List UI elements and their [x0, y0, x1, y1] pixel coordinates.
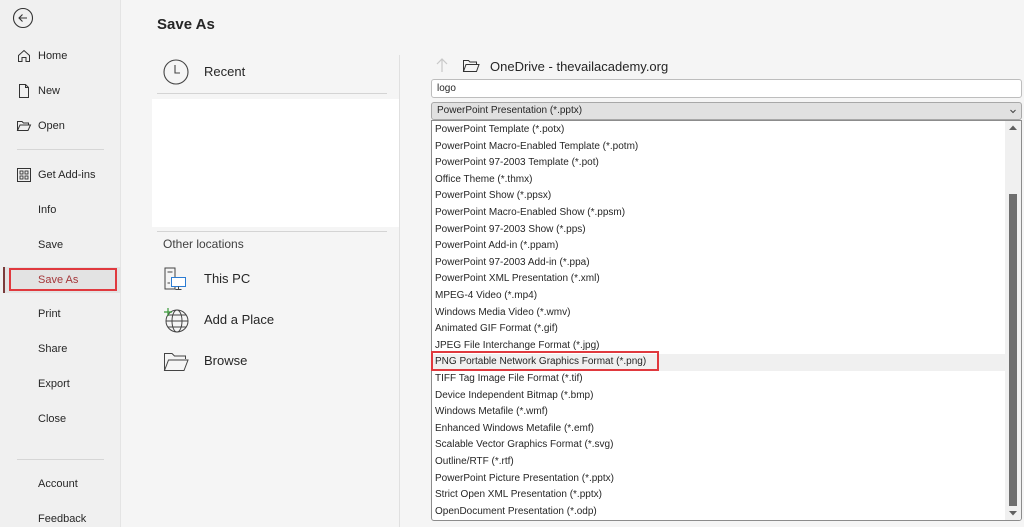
- location-browse[interactable]: Browse: [152, 341, 387, 381]
- sidebar-item-label: Close: [38, 413, 67, 425]
- location-label: Add a Place: [204, 312, 275, 327]
- file-type-option[interactable]: PowerPoint Template (*.potx): [432, 122, 1007, 139]
- file-type-option[interactable]: TIFF Tag Image File Format (*.tif): [432, 371, 1007, 388]
- file-type-option[interactable]: Windows Media Video (*.wmv): [432, 305, 1007, 322]
- file-type-option[interactable]: OpenDocument Presentation (*.odp): [432, 504, 1007, 520]
- file-type-option[interactable]: PNG Portable Network Graphics Format (*.…: [432, 354, 1007, 371]
- sidebar-item-info[interactable]: Info: [0, 197, 121, 223]
- sidebar-item-save-as[interactable]: Save As: [0, 267, 121, 293]
- sidebar-item-open[interactable]: Open: [0, 113, 121, 139]
- chevron-down-icon: [1010, 109, 1016, 114]
- divider: [157, 231, 387, 232]
- file-type-option[interactable]: Strict Open XML Presentation (*.pptx): [432, 487, 1007, 504]
- file-type-option[interactable]: PowerPoint Show (*.ppsx): [432, 188, 1007, 205]
- scroll-up-arrow-icon[interactable]: [1005, 121, 1021, 135]
- sidebar-divider: [17, 149, 104, 150]
- sidebar-item-home[interactable]: Home: [0, 43, 121, 69]
- location-label: This PC: [204, 271, 251, 286]
- file-type-option[interactable]: PowerPoint XML Presentation (*.xml): [432, 271, 1007, 288]
- sidebar-item-share[interactable]: Share: [0, 336, 121, 362]
- file-type-option[interactable]: Windows Metafile (*.wmf): [432, 404, 1007, 421]
- location-label: Recent: [204, 64, 246, 79]
- sidebar-item-label: Get Add-ins: [38, 169, 96, 181]
- panel-divider: [399, 55, 400, 527]
- sidebar-item-label: Open: [38, 120, 65, 132]
- backstage-sidebar: Home New Open Get Add-ins Info Save Save…: [0, 0, 121, 527]
- sidebar-item-save[interactable]: Save: [0, 232, 121, 258]
- selected-file-type: PowerPoint Presentation (*.pptx): [437, 105, 583, 116]
- file-type-option[interactable]: Office Theme (*.thmx): [432, 172, 1007, 189]
- sidebar-item-close[interactable]: Close: [0, 406, 121, 432]
- sidebar-item-label: Export: [38, 378, 70, 390]
- file-type-option[interactable]: PowerPoint 97-2003 Show (*.pps): [432, 222, 1007, 239]
- new-document-icon: [19, 84, 29, 98]
- sidebar-divider: [17, 459, 104, 460]
- file-type-option[interactable]: PowerPoint 97-2003 Add-in (*.ppa): [432, 255, 1007, 272]
- up-one-level-arrow-icon[interactable]: [435, 57, 449, 73]
- scroll-down-arrow-icon[interactable]: [1005, 506, 1021, 520]
- file-type-option[interactable]: Outline/RTF (*.rtf): [432, 454, 1007, 471]
- clock-icon: [163, 59, 189, 85]
- file-type-option[interactable]: JPEG File Interchange Format (*.jpg): [432, 338, 1007, 355]
- location-recent[interactable]: Recent: [152, 52, 387, 92]
- file-type-option[interactable]: PowerPoint Macro-Enabled Show (*.ppsm): [432, 205, 1007, 222]
- sidebar-item-label: Save As: [38, 274, 79, 286]
- sidebar-item-new[interactable]: New: [0, 78, 121, 104]
- browse-folder-icon: [163, 353, 189, 371]
- add-place-globe-icon: [164, 308, 189, 333]
- other-locations-heading: Other locations: [163, 237, 244, 251]
- divider: [157, 93, 387, 94]
- back-button[interactable]: [12, 7, 34, 29]
- sidebar-item-account[interactable]: Account: [0, 471, 121, 497]
- page-title: Save As: [157, 16, 215, 33]
- file-type-dropdown[interactable]: PowerPoint Presentation (*.pptx): [431, 102, 1022, 120]
- back-arrow-circle-icon: [12, 7, 34, 29]
- open-folder-icon: [16, 121, 32, 131]
- folder-icon: [462, 60, 480, 72]
- location-label: Browse: [204, 353, 248, 368]
- sidebar-item-feedback[interactable]: Feedback: [0, 506, 121, 527]
- file-type-option[interactable]: PowerPoint Macro-Enabled Template (*.pot…: [432, 139, 1007, 156]
- location-add-a-place[interactable]: Add a Place: [152, 300, 387, 340]
- sidebar-item-label: Home: [38, 50, 68, 62]
- file-type-option[interactable]: Animated GIF Format (*.gif): [432, 321, 1007, 338]
- file-type-option[interactable]: MPEG-4 Video (*.mp4): [432, 288, 1007, 305]
- scrollbar[interactable]: [1005, 121, 1021, 520]
- sidebar-item-label: Save: [38, 239, 64, 251]
- recent-locations-area: [152, 99, 399, 227]
- home-icon: [18, 49, 30, 62]
- file-type-options-list[interactable]: PowerPoint Template (*.potx) PowerPoint M…: [431, 120, 1022, 521]
- file-type-option[interactable]: Enhanced Windows Metafile (*.emf): [432, 421, 1007, 438]
- filename-input[interactable]: [431, 79, 1022, 98]
- sidebar-item-label: Account: [38, 478, 78, 490]
- sidebar-item-export[interactable]: Export: [0, 371, 121, 397]
- file-type-option[interactable]: Device Independent Bitmap (*.bmp): [432, 388, 1007, 405]
- sidebar-item-label: New: [38, 85, 61, 97]
- file-type-option[interactable]: PowerPoint Picture Presentation (*.pptx): [432, 471, 1007, 488]
- add-ins-grid-icon: [17, 168, 31, 182]
- sidebar-item-label: Share: [38, 343, 68, 355]
- sidebar-item-get-add-ins[interactable]: Get Add-ins: [0, 162, 121, 188]
- sidebar-item-label: Info: [38, 204, 57, 216]
- this-pc-icon: [164, 267, 186, 290]
- sidebar-item-print[interactable]: Print: [0, 301, 121, 327]
- sidebar-item-label: Print: [38, 308, 61, 320]
- location-this-pc[interactable]: This PC: [152, 259, 387, 299]
- sidebar-item-label: Feedback: [38, 513, 87, 525]
- scrollbar-thumb[interactable]: [1009, 194, 1017, 506]
- file-type-option[interactable]: Scalable Vector Graphics Format (*.svg): [432, 437, 1007, 454]
- file-type-option[interactable]: PowerPoint 97-2003 Template (*.pot): [432, 155, 1007, 172]
- location-path: OneDrive - thevailacademy.org: [490, 58, 669, 74]
- selected-accent-bar: [3, 267, 5, 293]
- current-location-breadcrumb[interactable]: OneDrive - thevailacademy.org: [462, 57, 668, 75]
- file-type-option[interactable]: PowerPoint Add-in (*.ppam): [432, 238, 1007, 255]
